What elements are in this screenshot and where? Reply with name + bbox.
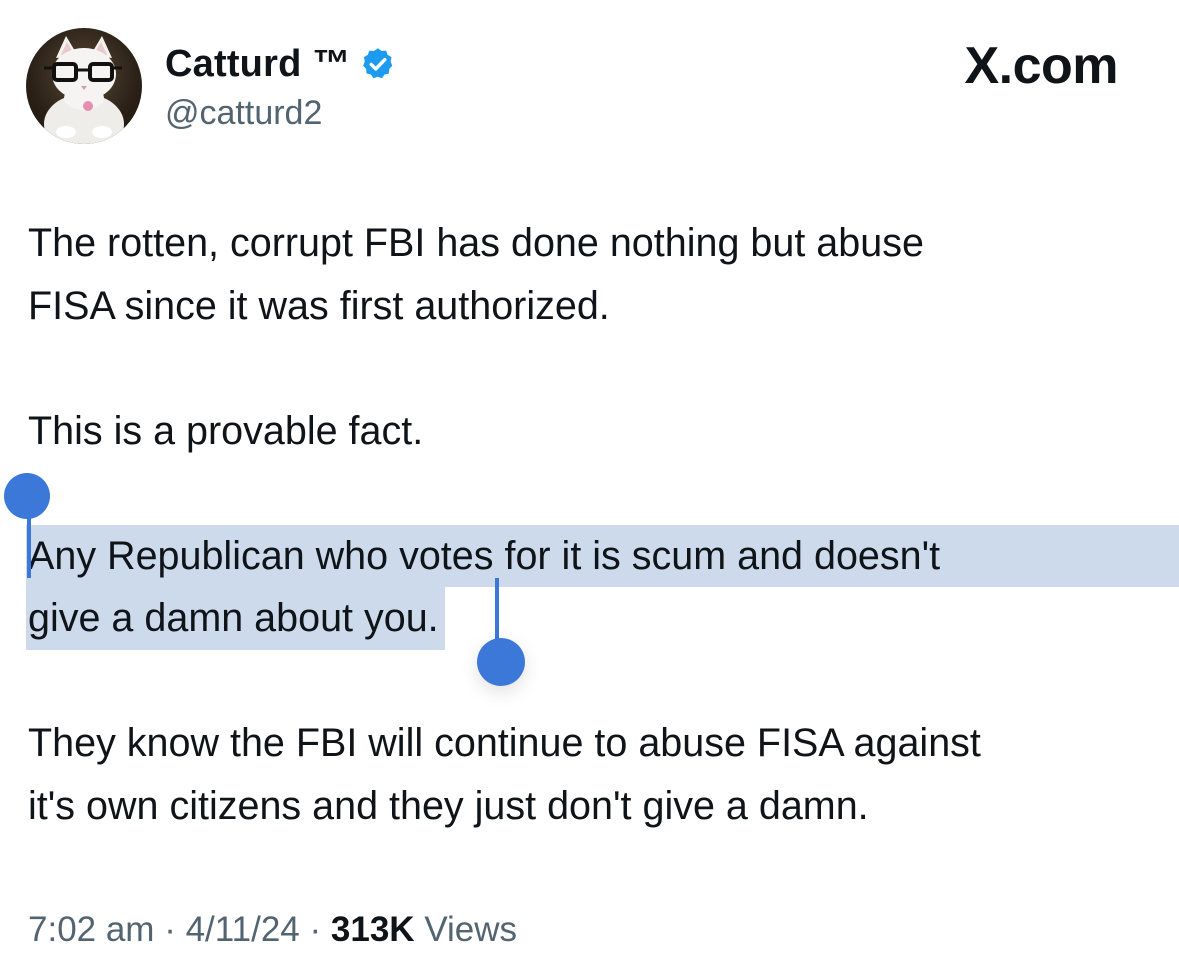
selection-end-handle[interactable] bbox=[477, 638, 525, 686]
selection-start-caret bbox=[27, 510, 31, 578]
tweet-paragraph: The rotten, corrupt FBI has done nothing… bbox=[28, 212, 1153, 337]
selected-text-line[interactable]: Any Republican who votes for it is scum … bbox=[26, 524, 1179, 587]
user-handle[interactable]: @catturd2 bbox=[165, 94, 322, 133]
tweet-meta: 7:02 am · 4/11/24 · 313K Views bbox=[28, 910, 517, 950]
tweet-paragraph: They know the FBI will continue to abuse… bbox=[28, 712, 1153, 837]
tweet-line: FISA since it was first authorized. bbox=[28, 283, 610, 328]
tweet-line: They know the FBI will continue to abuse… bbox=[28, 721, 981, 765]
tweet-paragraph: This is a provable fact. bbox=[28, 400, 1153, 463]
selection-end-caret bbox=[495, 578, 499, 640]
cat-with-glasses-icon bbox=[44, 36, 124, 144]
views-count[interactable]: 313K bbox=[331, 910, 415, 949]
selected-text-line[interactable]: give a damn about you. bbox=[26, 587, 445, 650]
tweet-date[interactable]: 4/11/24 bbox=[186, 910, 300, 949]
meta-separator: · bbox=[164, 910, 176, 949]
x-com-watermark: X.com bbox=[964, 37, 1118, 95]
avatar[interactable] bbox=[26, 28, 142, 144]
selected-paragraph[interactable]: Any Republican who votes for it is scum … bbox=[26, 524, 1179, 650]
tweet-header: Catturd ™ @catturd2 X.com bbox=[26, 28, 1156, 146]
verified-badge-icon[interactable] bbox=[360, 46, 396, 82]
tweet-time[interactable]: 7:02 am bbox=[28, 910, 154, 949]
views-label[interactable]: Views bbox=[424, 910, 517, 949]
name-row: Catturd ™ bbox=[165, 42, 396, 86]
tweet-text: The rotten, corrupt FBI has done nothing… bbox=[26, 212, 1179, 837]
meta-separator: · bbox=[309, 910, 322, 949]
display-name[interactable]: Catturd ™ bbox=[165, 43, 350, 86]
tweet-line: The rotten, corrupt FBI has done nothing… bbox=[28, 221, 924, 265]
tweet-line: it's own citizens and they just don't gi… bbox=[28, 783, 869, 828]
tweet-line: This is a provable fact. bbox=[28, 408, 424, 453]
